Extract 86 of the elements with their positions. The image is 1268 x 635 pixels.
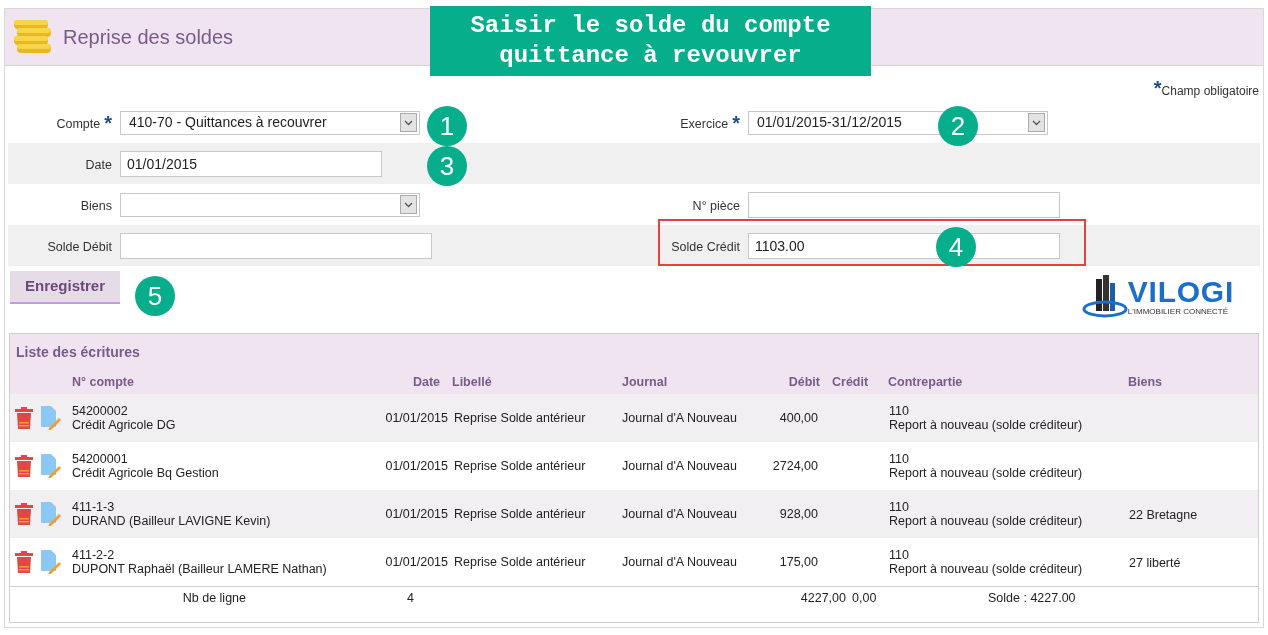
footer-label: Nb de ligne [181,590,247,607]
table-cell-text: Report à nouveau (solde créditeur) [889,466,1084,480]
column-header: Date [411,374,441,391]
field-label: N° pièce [692,198,740,216]
banner-text: quittance à revouvrer [499,41,802,71]
edit-icon[interactable] [41,502,61,526]
table-cell-text: 928,00 [778,505,819,523]
coins-icon [13,20,51,54]
edit-icon[interactable] [41,454,61,478]
delete-icon[interactable] [15,407,33,429]
table-cell-text: 400,00 [778,409,819,427]
select-field[interactable]: 410-70 - Quittances à recouvrer [120,110,420,135]
required-mark: * [1153,78,1162,98]
table-title: Liste des écritures [15,343,141,362]
table-cell-text: Reprise Solde antérieur [453,553,587,571]
table-cell-text: 01/01/2015 [384,409,449,427]
footer-balance: Solde : 4227.00 [987,590,1077,607]
column-header: Crédit [831,374,870,391]
table-cell-text: Reprise Solde antérieur [453,505,587,523]
table-cell-text: 01/01/2015 [384,505,449,523]
table-cell-text: 110 [889,452,910,466]
banner-text: Saisir le solde du compte [470,11,831,41]
field-label: Exercice [680,116,729,134]
table-cell-text: 110 [889,404,910,418]
table-cell-text: 54200001 [72,452,129,466]
column-header: Contrepartie [887,374,964,391]
input-field[interactable] [120,232,432,259]
field-label: Biens [80,198,112,216]
caret-icon [400,113,417,132]
table-cell-text: Journal d'A Nouveau [621,553,738,571]
field-label: Date [85,157,112,175]
table-cell-text: Journal d'A Nouveau [621,409,738,427]
select-field[interactable] [120,192,420,217]
table-cell-text: 54200002 [72,404,129,418]
column-header: N° compte [71,374,135,391]
delete-icon[interactable] [15,503,33,525]
required-mark: * [104,112,112,133]
edit-icon[interactable] [41,406,61,430]
table-cell-text: Journal d'A Nouveau [621,505,738,523]
table-cell-text: Journal d'A Nouveau [621,457,738,475]
input-field[interactable] [748,191,1060,218]
column-header: Débit [787,374,821,391]
table-cell-text: 110 [889,548,910,562]
caret-icon [1028,113,1045,132]
required-note: Champ obligatoire [1161,84,1259,100]
number-badge: 2 [938,106,978,146]
table-cell-text: Report à nouveau (solde créditeur) [889,562,1084,576]
edit-icon[interactable] [41,550,61,574]
logo-tagline: L'IMMOBILIER CONNECTÉ [1127,306,1230,316]
table-cell-text: 411-2-2 [72,548,116,562]
input-field[interactable]: 01/01/2015 [120,150,382,177]
table-cell-text: Crédit Agricole DG [72,418,177,432]
table-cell-text: DUPONT Raphaël (Bailleur LAMERE Nathan) [72,562,328,576]
table-cell-text: 110 [889,500,910,514]
table-cell-text: Reprise Solde antérieur [453,457,587,475]
required-mark: * [732,112,740,133]
table-cell-text: Reprise Solde antérieur [453,409,587,427]
footer-count: 4 [406,590,415,607]
table-cell-text: DURAND (Bailleur LAVIGNE Kevin) [72,514,272,528]
caret-icon [400,195,417,214]
column-header: Libellé [451,374,493,391]
number-badge: 5 [135,276,175,316]
column-header: Biens [1127,374,1164,391]
field-label: Solde Débit [47,239,112,257]
delete-icon[interactable] [15,455,33,477]
table-cell-text: 01/01/2015 [384,553,449,571]
field-label: Solde Crédit [671,239,740,257]
column-header: Journal [621,374,669,391]
page-title: Reprise des soldes [63,25,234,50]
table-cell-text: 01/01/2015 [384,457,449,475]
table-cell: 27 liberté [1129,556,1181,570]
table-cell-text: Report à nouveau (solde créditeur) [889,418,1084,432]
number-badge: 1 [427,106,467,146]
table-cell: 22 Bretagne [1129,508,1198,522]
building-logo-icon [1081,273,1128,319]
delete-icon[interactable] [15,551,33,573]
logo-name: VILOGI [1127,276,1234,307]
field-label: Compte [56,116,101,134]
table-cell-text: 2724,00 [771,457,819,475]
save-button[interactable]: Enregistrer [10,271,121,304]
table-cell-text: 175,00 [778,553,819,571]
table-cell-text: 411-1-3 [72,500,116,514]
table-cell-text: Report à nouveau (solde créditeur) [889,514,1084,528]
footer-debit-total: 4227,00 [799,590,847,607]
footer-credit-total: 0,00 [851,590,878,607]
table-cell-text: Crédit Agricole Bq Gestion [72,466,220,480]
